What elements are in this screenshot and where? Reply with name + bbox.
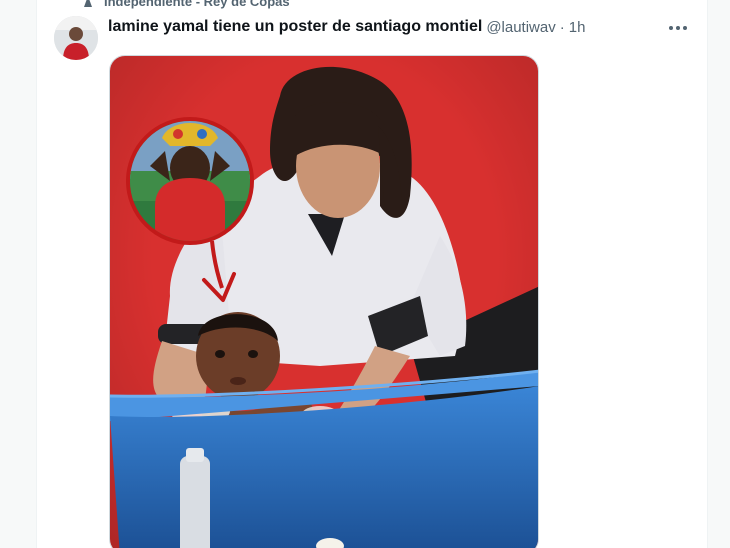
user-handle[interactable]: @lautiwav <box>486 19 555 36</box>
timestamp[interactable]: 1h <box>569 19 586 36</box>
more-options-button[interactable] <box>666 16 690 38</box>
tweet-header: lamine yamal tiene un poster de santiago… <box>108 16 690 38</box>
more-horizontal-icon <box>668 18 688 36</box>
photo-illustration <box>110 56 538 548</box>
tweet-media-image[interactable] <box>109 55 539 548</box>
feed-background: Independiente - Rey de Copas lamine yama… <box>0 0 730 548</box>
display-name[interactable]: lamine yamal tiene un poster de santiago… <box>108 18 482 36</box>
separator-dot: · <box>559 18 565 36</box>
avatar[interactable] <box>54 16 98 60</box>
pin-icon <box>80 0 96 9</box>
social-context-label: Independiente - Rey de Copas <box>104 0 290 9</box>
social-context[interactable]: Independiente - Rey de Copas <box>80 0 290 9</box>
